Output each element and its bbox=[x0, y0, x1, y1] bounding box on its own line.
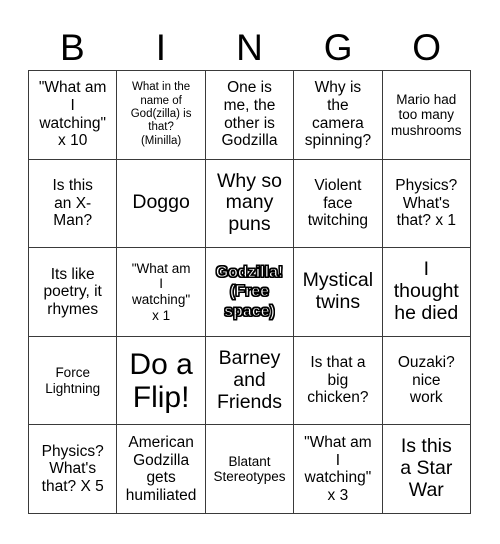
bingo-cell-label: "What am I watching" x 1 bbox=[131, 260, 191, 323]
bingo-cell[interactable]: "What am I watching" x 1 bbox=[117, 248, 206, 337]
bingo-cell[interactable]: Physics? What's that? X 5 bbox=[29, 425, 118, 514]
bingo-cell-label: Physics? What's that? x 1 bbox=[395, 176, 458, 230]
bingo-cell[interactable]: One is me, the other is Godzilla bbox=[205, 71, 295, 160]
bingo-cell[interactable]: American Godzilla gets humiliated bbox=[117, 425, 206, 514]
bingo-cell-label: Mystical twins bbox=[302, 269, 374, 313]
bingo-cell[interactable]: Is this an X- Man? bbox=[29, 159, 118, 249]
bingo-cell-label: Why so many puns bbox=[216, 169, 282, 236]
bingo-cell[interactable]: "What am I watching" x 3 bbox=[294, 425, 383, 514]
bingo-cell-label: Doggo bbox=[132, 191, 190, 214]
bingo-cell[interactable]: I thought he died bbox=[382, 248, 471, 337]
header-letter-n: N bbox=[236, 26, 263, 68]
header-letter-i: I bbox=[155, 26, 167, 68]
bingo-cell[interactable]: Mario had too many mushrooms bbox=[382, 71, 471, 160]
bingo-cell-label: I thought he died bbox=[393, 258, 459, 324]
bingo-cell-free-space[interactable]: Godzilla! (Free space) bbox=[205, 248, 295, 337]
bingo-cell-label: "What am I watching" x 10 bbox=[38, 79, 107, 150]
bingo-cell-label: Is that a big chicken? bbox=[307, 354, 369, 407]
bingo-cell[interactable]: Blatant Stereotypes bbox=[205, 425, 295, 514]
bingo-cell[interactable]: Why so many puns bbox=[205, 159, 295, 249]
bingo-cell-label: One is me, the other is Godzilla bbox=[221, 79, 278, 150]
bingo-cell-label: Barney and Friends bbox=[216, 346, 282, 413]
bingo-cell-label: Ouzaki? nice work bbox=[397, 354, 455, 407]
bingo-cell-label: Mario had too many mushrooms bbox=[391, 91, 462, 138]
bingo-cell-label: Violent face twitching bbox=[307, 176, 369, 230]
bingo-cell[interactable]: Mystical twins bbox=[294, 248, 383, 337]
bingo-cell-label: Is this an X- Man? bbox=[52, 176, 93, 230]
bingo-cell[interactable]: Ouzaki? nice work bbox=[382, 336, 471, 426]
header-letter-b: B bbox=[59, 26, 85, 68]
bingo-cell[interactable]: Its like poetry, it rhymes bbox=[29, 248, 118, 337]
bingo-cell[interactable]: Is that a big chicken? bbox=[294, 336, 383, 426]
bingo-cell-label: Is this a Star War bbox=[400, 435, 453, 502]
bingo-cell-label: Do a Flip! bbox=[129, 347, 193, 414]
bingo-header: B I N G O bbox=[28, 24, 471, 70]
bingo-cell-label: "What am I watching" x 3 bbox=[304, 433, 372, 504]
bingo-cell-label: What in the name of God(zilla) is that? … bbox=[130, 81, 192, 147]
bingo-cell-label: Physics? What's that? X 5 bbox=[41, 442, 104, 496]
bingo-cell[interactable]: What in the name of God(zilla) is that? … bbox=[117, 71, 206, 160]
bingo-cell[interactable]: Why is the camera spinning? bbox=[294, 71, 383, 160]
bingo-cell[interactable]: Is this a Star War bbox=[382, 425, 471, 514]
bingo-cell-label: Why is the camera spinning? bbox=[304, 79, 372, 150]
bingo-cell[interactable]: Doggo bbox=[117, 159, 206, 249]
bingo-cell[interactable]: Do a Flip! bbox=[117, 336, 206, 426]
bingo-cell[interactable]: Barney and Friends bbox=[205, 336, 295, 426]
bingo-cell-label: American Godzilla gets humiliated bbox=[125, 433, 197, 504]
header-letter-g: G bbox=[323, 26, 353, 68]
bingo-cell[interactable]: "What am I watching" x 10 bbox=[29, 71, 118, 160]
bingo-cell-label: Godzilla! (Free space) bbox=[215, 263, 284, 320]
bingo-cell[interactable]: Force Lightning bbox=[29, 336, 118, 426]
bingo-cell[interactable]: Violent face twitching bbox=[294, 159, 383, 249]
bingo-cell-label: Blatant Stereotypes bbox=[213, 453, 286, 485]
bingo-card: B I N G O "What am I watching" x 10 What … bbox=[0, 0, 500, 544]
bingo-cell-label: Its like poetry, it rhymes bbox=[43, 265, 102, 318]
bingo-grid: "What am I watching" x 10 What in the nam… bbox=[28, 70, 471, 514]
bingo-cell[interactable]: Physics? What's that? x 1 bbox=[382, 159, 471, 249]
header-letter-o: O bbox=[412, 26, 442, 68]
bingo-cell-label: Force Lightning bbox=[45, 365, 101, 396]
